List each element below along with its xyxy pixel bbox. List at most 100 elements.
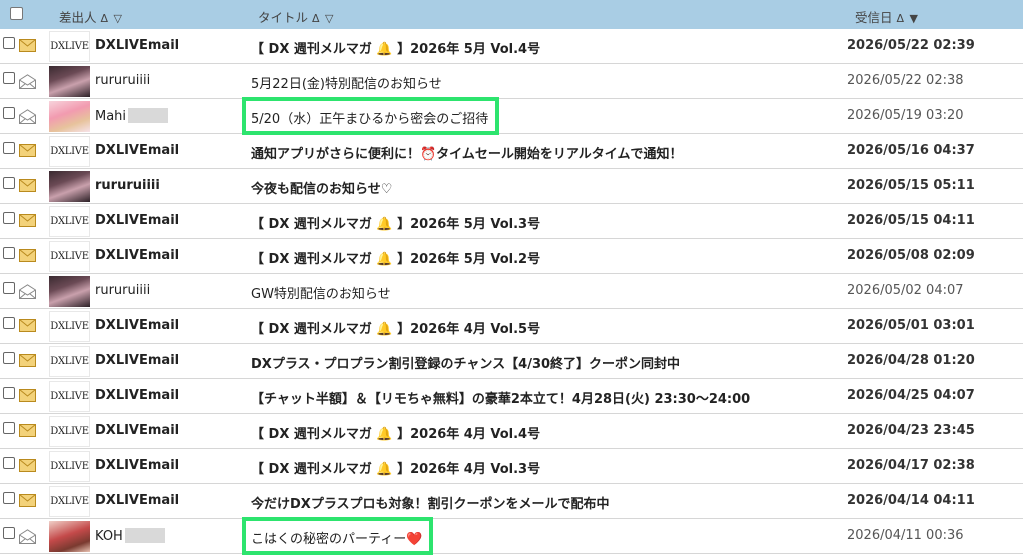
sender-avatar[interactable]: DXLIVE (49, 381, 90, 412)
sort-by-title[interactable]: タイトル Δ ▽ (258, 7, 335, 26)
sender-name[interactable]: DXLIVEmail (95, 353, 179, 368)
message-title-link[interactable]: 【 DX 週刊メルマガ 🔔 】2026年 4月 Vol.4号 (251, 423, 540, 442)
message-title-link[interactable]: 今夜も配信のお知らせ♡ (251, 178, 392, 197)
highlight-box (242, 97, 499, 135)
dxlive-logo: DXLIVE (49, 381, 90, 412)
message-row[interactable]: Mahi 5/20（水）正午まひるから密会のご招待 2026/05/19 03:20 (0, 97, 1023, 135)
row-checkbox[interactable] (3, 107, 15, 119)
sender-name[interactable]: DXLIVEmail (95, 38, 179, 53)
sender-name[interactable]: DXLIVEmail (95, 248, 179, 263)
received-date: 2026/05/22 02:38 (847, 73, 964, 88)
received-date: 2026/04/28 01:20 (847, 353, 975, 368)
row-checkbox[interactable] (3, 282, 15, 294)
redacted-block (124, 528, 165, 543)
sender-name[interactable]: DXLIVEmail (95, 318, 179, 333)
received-date: 2026/05/16 04:37 (847, 143, 975, 158)
sort-by-sender[interactable]: 差出人 Δ ▽ (59, 7, 123, 26)
message-row[interactable]: DXLIVE DXLIVEmail 【 DX 週刊メルマガ 🔔 】2026年 4月 … (0, 309, 1023, 344)
sender-avatar[interactable] (49, 276, 90, 307)
message-row[interactable]: KOH こはくの秘密のパーティー❤️ 2026/04/11 00:36 (0, 517, 1023, 555)
message-title-link[interactable]: DXプラス・プロプラン割引登録のチャンス【4/30終了】クーポン同封中 (251, 353, 680, 372)
sender-text: DXLIVEmail (95, 143, 180, 158)
message-row[interactable]: rururuiiii 5月22日(金)特別配信のお知らせ 2026/05/22 02… (0, 64, 1023, 99)
received-date: 2026/05/19 03:20 (847, 108, 964, 123)
row-checkbox[interactable] (3, 247, 15, 259)
sender-name[interactable]: KOH (95, 528, 165, 544)
row-checkbox[interactable] (3, 212, 15, 224)
title-sort-icons[interactable]: Δ ▽ (312, 12, 334, 25)
message-row[interactable]: rururuiiii GW特別配信のお知らせ 2026/05/02 04:07 (0, 274, 1023, 309)
message-title-link[interactable]: 【 DX 週刊メルマガ 🔔 】2026年 4月 Vol.5号 (251, 318, 540, 337)
received-date: 2026/05/15 04:11 (847, 213, 975, 228)
message-row[interactable]: DXLIVE DXLIVEmail DXプラス・プロプラン割引登録のチャンス【4/3… (0, 344, 1023, 379)
sort-by-date[interactable]: 受信日 Δ ▼ (855, 7, 919, 26)
sender-avatar[interactable]: DXLIVE (49, 241, 90, 272)
message-title-link[interactable]: GW特別配信のお知らせ (251, 283, 391, 302)
message-title-link[interactable]: 今だけDXプラスプロも対象！割引クーポンをメールで配布中 (251, 493, 610, 512)
row-checkbox[interactable] (3, 387, 15, 399)
message-title-link[interactable]: 【 DX 週刊メルマガ 🔔 】2026年 5月 Vol.2号 (251, 248, 540, 267)
sender-name[interactable]: DXLIVEmail (95, 143, 179, 158)
envelope-unread-icon (19, 249, 36, 262)
row-checkbox[interactable] (3, 72, 15, 84)
message-row[interactable]: DXLIVE DXLIVEmail 【 DX 週刊メルマガ 🔔 】2026年 4月 … (0, 449, 1023, 484)
message-row[interactable]: DXLIVE DXLIVEmail 【 DX 週刊メルマガ 🔔 】2026年 5月 … (0, 204, 1023, 239)
row-checkbox[interactable] (3, 422, 15, 434)
message-title-link[interactable]: 【 DX 週刊メルマガ 🔔 】2026年 5月 Vol.3号 (251, 213, 540, 232)
envelope-unread-icon (19, 179, 36, 192)
sender-name[interactable]: DXLIVEmail (95, 213, 179, 228)
row-checkbox[interactable] (3, 177, 15, 189)
message-row[interactable]: DXLIVE DXLIVEmail 今だけDXプラスプロも対象！割引クーポンをメール… (0, 484, 1023, 519)
message-row[interactable]: rururuiiii 今夜も配信のお知らせ♡ 2026/05/15 05:11 (0, 169, 1023, 204)
message-row[interactable]: DXLIVE DXLIVEmail 【 DX 週刊メルマガ 🔔 】2026年 4月 … (0, 414, 1023, 449)
sender-name[interactable]: DXLIVEmail (95, 388, 179, 403)
date-sort-icons[interactable]: Δ ▼ (897, 12, 919, 25)
envelope-unread-icon (19, 424, 36, 437)
sender-avatar[interactable] (49, 66, 90, 97)
sender-avatar[interactable]: DXLIVE (49, 451, 90, 482)
row-checkbox[interactable] (3, 317, 15, 329)
sender-avatar[interactable]: DXLIVE (49, 416, 90, 447)
sender-sort-icons[interactable]: Δ ▽ (101, 12, 123, 25)
sender-avatar[interactable]: DXLIVE (49, 206, 90, 237)
sender-avatar[interactable] (49, 521, 90, 552)
row-checkbox[interactable] (3, 457, 15, 469)
mail-inbox: 差出人 Δ ▽ タイトル Δ ▽ 受信日 Δ ▼ DXLIVE DXLIVEmail 【 … (0, 0, 1023, 560)
sender-avatar[interactable]: DXLIVE (49, 346, 90, 377)
message-row[interactable]: DXLIVE DXLIVEmail 通知アプリがさらに便利に！⏰タイムセール開始をリ… (0, 134, 1023, 169)
sender-text: KOH (95, 529, 123, 544)
sender-name[interactable]: Mahi (95, 108, 169, 124)
message-row[interactable]: DXLIVE DXLIVEmail 【 DX 週刊メルマガ 🔔 】2026年 5月 … (0, 239, 1023, 274)
row-checkbox[interactable] (3, 37, 15, 49)
sender-name[interactable]: DXLIVEmail (95, 458, 179, 473)
sender-column-label: 差出人 (59, 10, 97, 25)
sender-text: rururuiiii (95, 73, 151, 88)
sender-text: DXLIVEmail (95, 213, 180, 228)
message-row[interactable]: DXLIVE DXLIVEmail 【 DX 週刊メルマガ 🔔 】2026年 5月 … (0, 29, 1023, 64)
sender-avatar[interactable]: DXLIVE (49, 311, 90, 342)
sender-text: DXLIVEmail (95, 458, 180, 473)
message-title-link[interactable]: 通知アプリがさらに便利に！⏰タイムセール開始をリアルタイムで通知！ (251, 143, 683, 162)
sender-avatar[interactable]: DXLIVE (49, 136, 90, 167)
row-checkbox[interactable] (3, 492, 15, 504)
sender-name[interactable]: DXLIVEmail (95, 493, 179, 508)
sender-avatar[interactable] (49, 171, 90, 202)
row-checkbox[interactable] (3, 352, 15, 364)
sender-name[interactable]: rururuiiii (95, 178, 160, 193)
sender-avatar[interactable]: DXLIVE (49, 486, 90, 517)
row-checkbox[interactable] (3, 527, 15, 539)
message-title-link[interactable]: 【チャット半額】＆【リモちゃ無料】の豪華2本立て！4月28日(火) 23:30～… (251, 388, 750, 407)
select-all-checkbox[interactable] (10, 7, 23, 20)
message-title-link[interactable]: 【 DX 週刊メルマガ 🔔 】2026年 5月 Vol.4号 (251, 38, 540, 57)
sender-avatar[interactable]: DXLIVE (49, 31, 90, 62)
message-title-link[interactable]: 5月22日(金)特別配信のお知らせ (251, 73, 442, 92)
row-checkbox[interactable] (3, 142, 15, 154)
message-title-link[interactable]: 【 DX 週刊メルマガ 🔔 】2026年 4月 Vol.3号 (251, 458, 540, 477)
sender-name[interactable]: DXLIVEmail (95, 423, 179, 438)
sender-name[interactable]: rururuiiii (95, 283, 150, 298)
message-row[interactable]: DXLIVE DXLIVEmail 【チャット半額】＆【リモちゃ無料】の豪華2本立て… (0, 379, 1023, 414)
envelope-unread-icon (19, 354, 36, 367)
sender-avatar[interactable] (49, 101, 90, 132)
dxlive-logo: DXLIVE (49, 486, 90, 517)
sender-name[interactable]: rururuiiii (95, 73, 150, 88)
